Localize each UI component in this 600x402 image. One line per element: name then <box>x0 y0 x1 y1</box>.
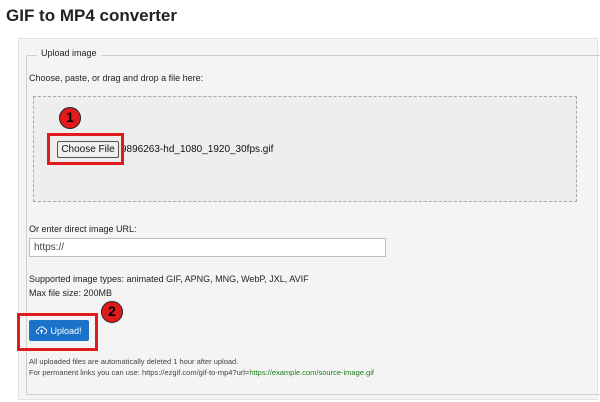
highlight-box-step1 <box>47 133 124 165</box>
upload-panel: Upload image <box>18 38 600 400</box>
upload-instruction: Choose, paste, or drag and drop a file h… <box>29 73 204 83</box>
permalink-example-link[interactable]: https://example.com/source-image.gif <box>249 368 374 377</box>
step1-badge: 1 <box>59 107 81 129</box>
cloud-upload-icon <box>36 326 48 334</box>
max-file-size: Max file size: 200MB <box>29 288 113 298</box>
selected-file-name: 9896263-hd_1080_1920_30fps.gif <box>121 144 274 155</box>
upload-button-label: Upload! <box>50 325 82 336</box>
page-title: GIF to MP4 converter <box>6 6 177 25</box>
upload-button[interactable]: Upload! <box>29 320 89 341</box>
auto-delete-note: All uploaded files are automatically del… <box>29 357 239 366</box>
supported-types: Supported image types: animated GIF, APN… <box>29 274 309 284</box>
permalink-note: For permanent links you can use: https:/… <box>29 368 374 377</box>
step2-badge: 2 <box>101 301 123 323</box>
image-url-input[interactable] <box>29 238 386 257</box>
permalink-prefix: For permanent links you can use: https:/… <box>29 368 250 377</box>
url-label: Or enter direct image URL: <box>29 224 137 234</box>
upload-legend: Upload image <box>37 48 101 58</box>
